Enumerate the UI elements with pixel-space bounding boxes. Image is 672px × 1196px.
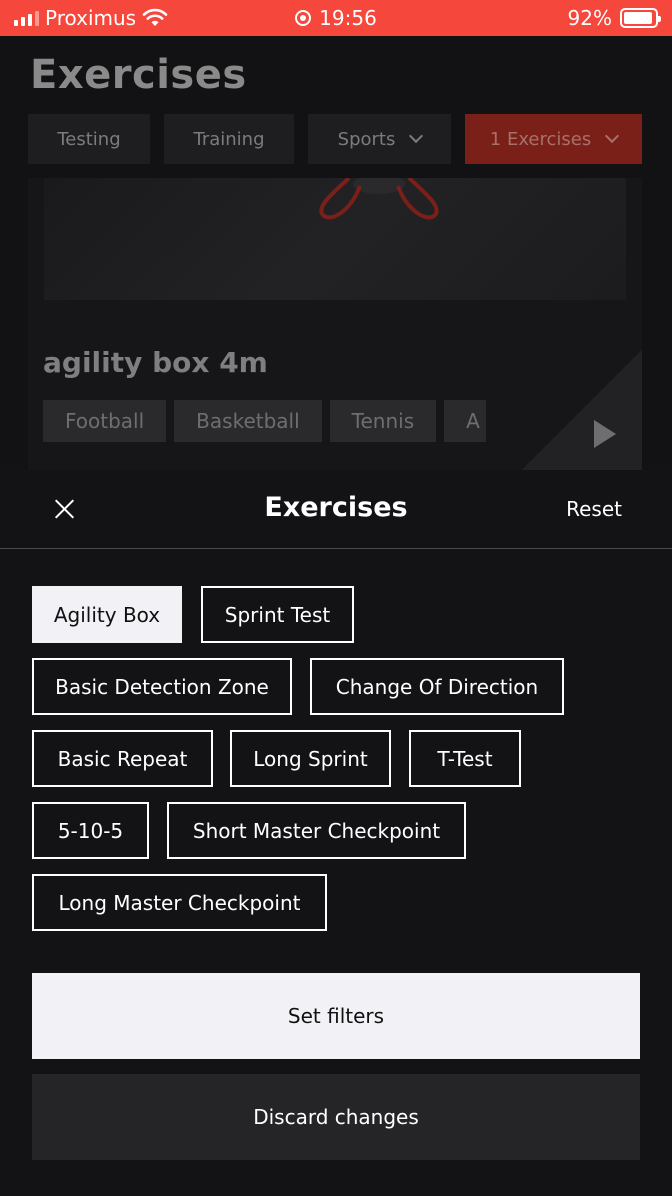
reset-button[interactable]: Reset [566,497,622,521]
sport-tag: Football [43,400,167,442]
chip-t-test[interactable]: T-Test [409,730,521,787]
bands-illustration [319,178,439,220]
filter-sheet: Exercises Reset Agility Box Sprint Test … [0,470,672,1196]
time-label: 19:56 [319,6,377,30]
tab-training[interactable]: Training [164,114,294,164]
card-corner [522,350,642,470]
page-title: Exercises [30,52,247,98]
chip-short-master-checkpoint[interactable]: Short Master Checkpoint [167,802,466,859]
tab-label: 1 Exercises [489,128,592,150]
tab-sports[interactable]: Sports [308,114,451,164]
chip-basic-repeat[interactable]: Basic Repeat [32,730,213,787]
screen-record-icon [295,10,312,26]
tab-label: Sports [337,128,396,150]
chevron-down-icon [605,128,620,144]
discard-changes-button[interactable]: Discard changes [32,1074,640,1160]
exercise-card[interactable]: agility box 4m Football Basketball Tenni… [28,178,642,470]
tab-testing[interactable]: Testing [28,114,150,164]
filter-tabs: Testing Training Sports 1 Exercises [28,114,642,164]
tab-label: Testing [57,128,121,150]
battery-icon [620,8,661,28]
background-page: Exercises Testing Training Sports 1 Exer… [0,36,672,470]
chip-change-of-direction[interactable]: Change Of Direction [310,658,564,715]
chip-basic-detection-zone[interactable]: Basic Detection Zone [32,658,292,715]
chip-sprint-test[interactable]: Sprint Test [201,586,354,643]
set-filters-button[interactable]: Set filters [32,973,640,1059]
sheet-header: Exercises Reset [0,470,672,549]
chip-5-10-5[interactable]: 5-10-5 [32,802,149,859]
exercise-image [44,178,626,300]
tab-label: Training [193,128,265,150]
chevron-down-icon [409,128,424,144]
card-title: agility box 4m [43,346,268,379]
card-tags: Football Basketball Tennis A [43,400,486,442]
battery-label: 92% [567,6,612,30]
chip-long-master-checkpoint[interactable]: Long Master Checkpoint [32,874,327,931]
play-icon[interactable] [594,420,616,448]
status-bar: Proximus 19:56 92% [0,0,672,36]
chip-long-sprint[interactable]: Long Sprint [230,730,391,787]
status-right: 92% [567,6,661,30]
sport-tag: Basketball [174,400,322,442]
tab-exercises[interactable]: 1 Exercises [465,114,642,164]
chip-agility-box[interactable]: Agility Box [32,586,182,643]
sport-tag: A [444,400,486,442]
sport-tag: Tennis [329,400,437,442]
